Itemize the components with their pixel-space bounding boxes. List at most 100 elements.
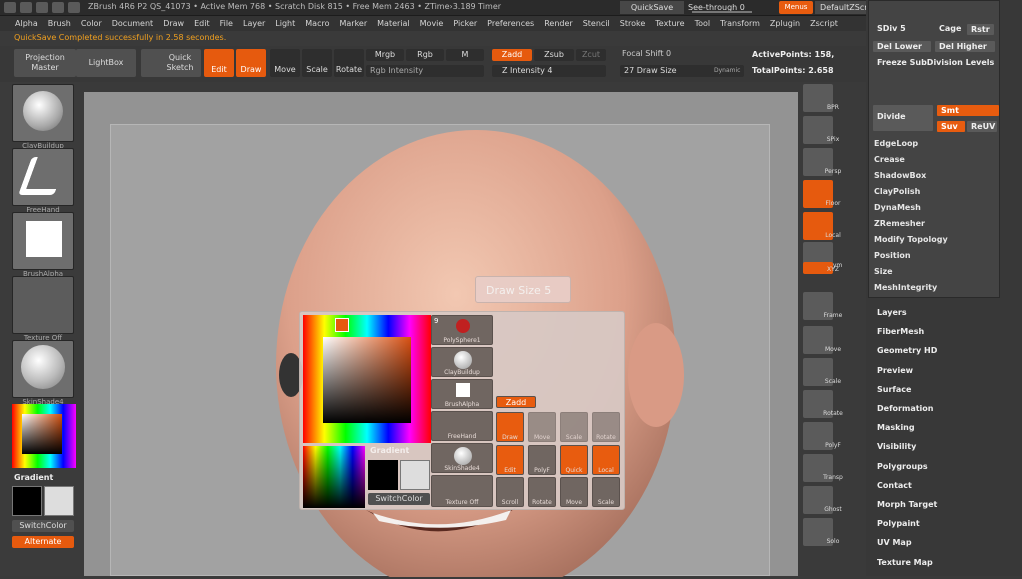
shelf-button-rotate[interactable]: Rotate xyxy=(803,390,843,418)
shelf-button-xyz[interactable]: XYZ xyxy=(803,262,839,274)
cage-button[interactable]: Cage xyxy=(935,23,965,34)
menu-item[interactable]: Color xyxy=(76,19,107,28)
menus-button[interactable]: Menus xyxy=(779,1,813,14)
switch-color-button[interactable]: SwitchColor xyxy=(12,520,74,532)
menu-item[interactable]: Tool xyxy=(690,19,716,28)
geometry-item[interactable]: ZRemesher xyxy=(874,219,925,228)
app-icon[interactable] xyxy=(4,2,16,13)
shelf-button-scale[interactable]: Scale xyxy=(803,358,841,386)
tool-submenu-item[interactable]: Geometry HD xyxy=(877,346,937,355)
projection-master-button[interactable]: Projection Master xyxy=(14,49,76,77)
geometry-item[interactable]: ClayPolish xyxy=(874,187,920,196)
mrgb-button[interactable]: Mrgb xyxy=(366,49,404,61)
tool-submenu-item[interactable]: Masking xyxy=(877,423,915,432)
menu-item[interactable]: Preferences xyxy=(482,19,539,28)
zadd-button[interactable]: Zadd xyxy=(492,49,532,61)
popup-hue-picker[interactable] xyxy=(303,315,431,443)
brush-thumb[interactable]: ClayBuildup xyxy=(12,84,74,150)
popup-rotate2[interactable]: Rotate xyxy=(528,477,556,507)
freeze-subdiv-button[interactable]: Freeze SubDivision Levels xyxy=(873,57,998,68)
popup-switch-color[interactable]: SwitchColor xyxy=(368,493,430,505)
divide-button[interactable]: Divide xyxy=(873,105,933,131)
tool-submenu-item[interactable]: Preview xyxy=(877,366,913,375)
menu-item[interactable]: Movie xyxy=(415,19,449,28)
tool-submenu-item[interactable]: Polypaint xyxy=(877,519,920,528)
draw-button[interactable]: Draw xyxy=(236,49,266,77)
texture-thumb[interactable]: Texture Off xyxy=(12,276,74,342)
secondary-color-swatch[interactable] xyxy=(44,486,74,516)
menu-item[interactable]: Brush xyxy=(43,19,76,28)
menu-item[interactable]: Document xyxy=(107,19,158,28)
shelf-button-ghost[interactable]: Ghost xyxy=(803,486,842,514)
tool-submenu-item[interactable]: FiberMesh xyxy=(877,327,924,336)
see-through-slider[interactable]: See-through 0 xyxy=(688,1,768,14)
z-intensity-slider[interactable]: Z Intensity 4 xyxy=(492,65,606,77)
stroke-thumb[interactable]: FreeHand xyxy=(12,148,74,214)
alpha-thumb[interactable]: BrushAlpha xyxy=(12,212,74,278)
menu-item[interactable]: Alpha xyxy=(10,19,43,28)
menu-item[interactable]: Render xyxy=(539,19,577,28)
menu-item[interactable]: Picker xyxy=(448,19,482,28)
menu-item[interactable]: Zplugin xyxy=(765,19,805,28)
tool-submenu-item[interactable]: Surface xyxy=(877,385,911,394)
main-color-swatch[interactable] xyxy=(12,486,42,516)
tool-submenu-item[interactable]: Contact xyxy=(877,481,912,490)
menu-item[interactable]: Edit xyxy=(189,19,215,28)
dynamic-toggle[interactable]: Dynamic xyxy=(714,67,740,74)
edit-button[interactable]: Edit xyxy=(204,49,234,77)
menu-item[interactable]: Macro xyxy=(300,19,334,28)
popup-move2[interactable]: Move xyxy=(560,477,588,507)
suv-button[interactable]: Suv xyxy=(937,121,965,132)
popup-zadd[interactable]: Zadd xyxy=(496,396,536,408)
geometry-item[interactable]: DynaMesh xyxy=(874,203,921,212)
tool-submenu-item[interactable]: Polygroups xyxy=(877,462,928,471)
menu-item[interactable]: Marker xyxy=(334,19,372,28)
smt-button[interactable]: Smt xyxy=(937,105,999,116)
shelf-button-frame[interactable]: Frame xyxy=(803,292,842,320)
zsub-button[interactable]: Zsub xyxy=(534,49,574,61)
rgb-button[interactable]: Rgb xyxy=(406,49,444,61)
geometry-item[interactable]: MeshIntegrity xyxy=(874,283,937,292)
menu-item[interactable]: Stencil xyxy=(578,19,615,28)
popup-gradient-picker[interactable] xyxy=(303,446,365,508)
quick-sketch-button[interactable]: Quick Sketch xyxy=(141,49,201,77)
popup-quick[interactable]: Quick xyxy=(560,445,588,475)
menu-item[interactable]: Layer xyxy=(238,19,270,28)
move-button[interactable]: Move xyxy=(270,49,300,77)
shelf-button-persp[interactable]: Persp xyxy=(803,148,841,176)
popup-material-thumb[interactable]: SkinShade4 xyxy=(431,443,493,473)
m-button[interactable]: M xyxy=(446,49,484,61)
popup-secondary-swatch[interactable] xyxy=(400,460,430,490)
geometry-item[interactable]: Position xyxy=(874,251,911,260)
shelf-button-bpr[interactable]: BPR xyxy=(803,84,839,112)
popup-alpha-thumb[interactable]: BrushAlpha xyxy=(431,379,493,409)
popup-rotate[interactable]: Rotate xyxy=(592,412,620,442)
menu-item[interactable]: File xyxy=(215,19,238,28)
popup-edit[interactable]: Edit xyxy=(496,445,524,475)
popup-scroll[interactable]: Scroll xyxy=(496,477,524,507)
sdiv-slider[interactable]: SDiv 5 xyxy=(873,23,910,34)
reuv-button[interactable]: ReUV xyxy=(967,121,997,132)
popup-polyf[interactable]: PolyF xyxy=(528,445,556,475)
tool-submenu-item[interactable]: UV Map xyxy=(877,538,912,547)
rstr-button[interactable]: Rstr xyxy=(967,24,994,35)
tool-submenu-item[interactable]: Texture Map xyxy=(877,558,933,567)
popup-scale2[interactable]: Scale xyxy=(592,477,620,507)
geometry-item[interactable]: Modify Topology xyxy=(874,235,948,244)
popup-scale[interactable]: Scale xyxy=(560,412,588,442)
tool-submenu-item[interactable]: Layers xyxy=(877,308,907,317)
del-lower-button[interactable]: Del Lower xyxy=(873,41,931,52)
layout-icon[interactable] xyxy=(52,2,64,13)
menu-item[interactable]: Zscript xyxy=(805,19,843,28)
popup-brush-thumb[interactable]: ClayBuildup xyxy=(431,347,493,377)
color-picker[interactable] xyxy=(12,404,76,468)
menu-item[interactable]: Texture xyxy=(650,19,689,28)
shelf-button-spix[interactable]: SPix xyxy=(803,116,839,144)
tool-submenu-item[interactable]: Visibility xyxy=(877,442,916,451)
menu-item[interactable]: Draw xyxy=(158,19,189,28)
menu-item[interactable]: Stroke xyxy=(615,19,651,28)
shelf-button-transp[interactable]: Transp xyxy=(803,454,843,482)
popup-tool-thumb[interactable]: 9 PolySphere1 xyxy=(431,315,493,345)
shelf-button-solo[interactable]: Solo xyxy=(803,518,839,546)
del-higher-button[interactable]: Del Higher xyxy=(935,41,995,52)
